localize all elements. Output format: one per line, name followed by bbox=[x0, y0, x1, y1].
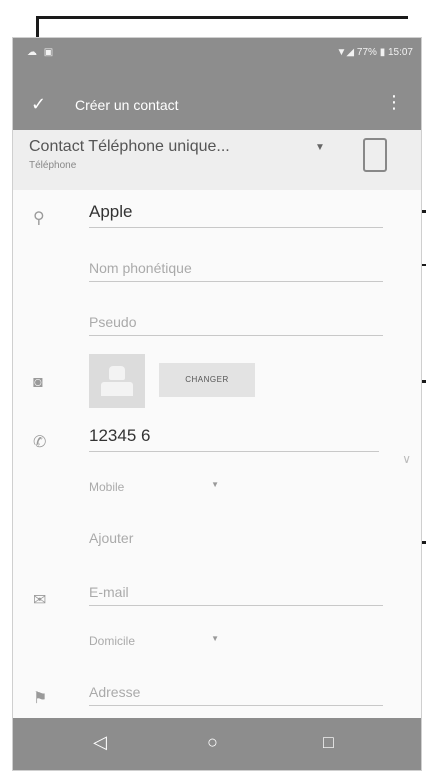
back-icon[interactable]: ◁ bbox=[93, 732, 107, 753]
name-field[interactable]: Apple bbox=[89, 202, 383, 228]
phone-device-icon bbox=[363, 138, 387, 172]
recent-apps-icon[interactable]: □ bbox=[323, 732, 334, 753]
callout-line-done-h bbox=[36, 16, 408, 19]
phone-field[interactable]: 12345 6 bbox=[89, 426, 379, 452]
check-icon[interactable]: ✓ bbox=[31, 94, 46, 115]
phonetic-name-field[interactable]: Nom phonétique bbox=[89, 260, 383, 282]
change-photo-button[interactable]: CHANGER bbox=[159, 363, 255, 397]
avatar-body bbox=[101, 382, 133, 396]
email-icon: ✉ bbox=[33, 592, 47, 609]
caret-down-icon: ▼ bbox=[211, 634, 219, 643]
home-icon[interactable]: ○ bbox=[207, 732, 218, 753]
app-bar: ✓ Créer un contact ⋮ bbox=[13, 78, 421, 130]
chevron-down-icon[interactable]: ▼ bbox=[315, 142, 325, 153]
status-left-icons: ☁ ▣ bbox=[27, 47, 56, 58]
phone-icon: ✆ bbox=[33, 434, 47, 451]
phone-type-select[interactable]: Mobile ▼ bbox=[89, 480, 219, 494]
more-vert-icon[interactable]: ⋮ bbox=[385, 92, 403, 113]
account-type: Téléphone bbox=[29, 160, 77, 171]
person-icon: ⚲ bbox=[33, 210, 45, 227]
camera-icon: ◙ bbox=[33, 374, 43, 391]
address-field[interactable]: Adresse bbox=[89, 684, 383, 706]
account-name: Contact Téléphone unique... bbox=[29, 138, 230, 155]
add-field[interactable]: Ajouter bbox=[89, 530, 199, 551]
chevron-down-icon[interactable]: ∨ bbox=[402, 452, 411, 466]
status-right-info: ▼◢ 77% ▮ 15:07 bbox=[336, 47, 413, 58]
contact-photo[interactable] bbox=[89, 354, 145, 408]
location-icon: ⚑ bbox=[33, 690, 48, 707]
avatar-head bbox=[109, 366, 125, 380]
caret-down-icon: ▼ bbox=[211, 480, 219, 489]
nav-bar: ◁ ○ □ bbox=[13, 718, 421, 770]
email-field[interactable]: E-mail bbox=[89, 584, 383, 606]
account-selector[interactable]: Contact Téléphone unique... Téléphone ▼ bbox=[13, 130, 421, 190]
status-bar: ☁ ▣ ▼◢ 77% ▮ 15:07 bbox=[13, 38, 421, 78]
nickname-field[interactable]: Pseudo bbox=[89, 314, 383, 336]
phone-type-label: Mobile bbox=[89, 480, 125, 494]
email-type-label: Domicile bbox=[89, 634, 136, 648]
email-type-select[interactable]: Domicile ▼ bbox=[89, 634, 219, 648]
phone-screen: ☁ ▣ ▼◢ 77% ▮ 15:07 ✓ Créer un contact ⋮ … bbox=[12, 37, 422, 771]
page-title: Créer un contact bbox=[75, 97, 179, 113]
